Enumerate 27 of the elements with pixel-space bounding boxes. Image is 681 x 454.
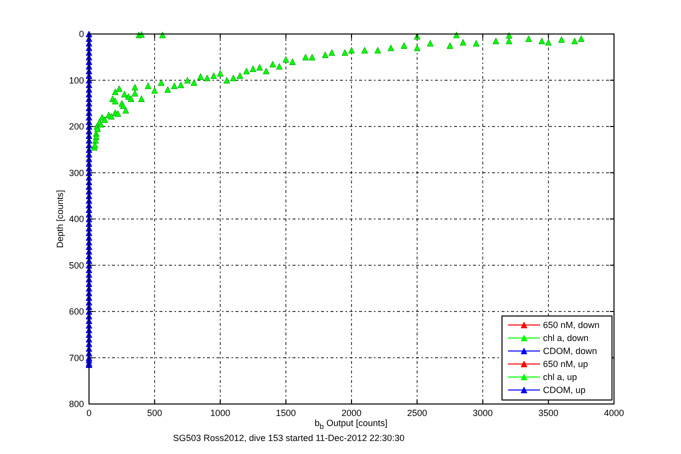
y-tick-label: 300	[68, 168, 84, 178]
legend-label: chl a, up	[543, 372, 578, 382]
legend-label: CDOM, up	[543, 385, 586, 395]
y-tick-label: 200	[68, 122, 84, 132]
x-tick-label: 3000	[472, 408, 493, 418]
x-tick-label: 2500	[407, 408, 428, 418]
x-tick-label: 4000	[604, 408, 624, 418]
x-tick-label: 500	[147, 408, 162, 418]
y-tick-label: 700	[68, 352, 84, 363]
y-tick-label: 100	[68, 75, 84, 86]
x-axis-label: b$_{b}$ Output [counts]	[314, 417, 388, 432]
x-tick-label: 1500	[276, 408, 296, 418]
legend-label: chl a, down	[543, 333, 589, 343]
y-tick-label: 0	[78, 29, 84, 39]
legend-label: 650 nM, up	[543, 359, 588, 369]
y-tick-label: 500	[68, 260, 84, 270]
x-tick-label: 0	[86, 408, 92, 418]
y-tick-label: 400	[68, 214, 84, 224]
x-tick-label: 3500	[538, 408, 558, 418]
y-tick-label: 600	[68, 306, 84, 316]
figure-caption: SG503 Ross2012, dive 153 started 11-Dec-2012 22:30:30	[173, 432, 404, 444]
legend-label: CDOM, down	[543, 346, 598, 356]
x-tick-label: 1000	[210, 408, 230, 418]
x-tick-label: 2000	[341, 408, 362, 418]
legend-label: 650 nM, down	[543, 320, 600, 330]
y-axis-label: Depth [counts]	[55, 190, 65, 248]
y-tick-label: 800	[68, 399, 84, 409]
